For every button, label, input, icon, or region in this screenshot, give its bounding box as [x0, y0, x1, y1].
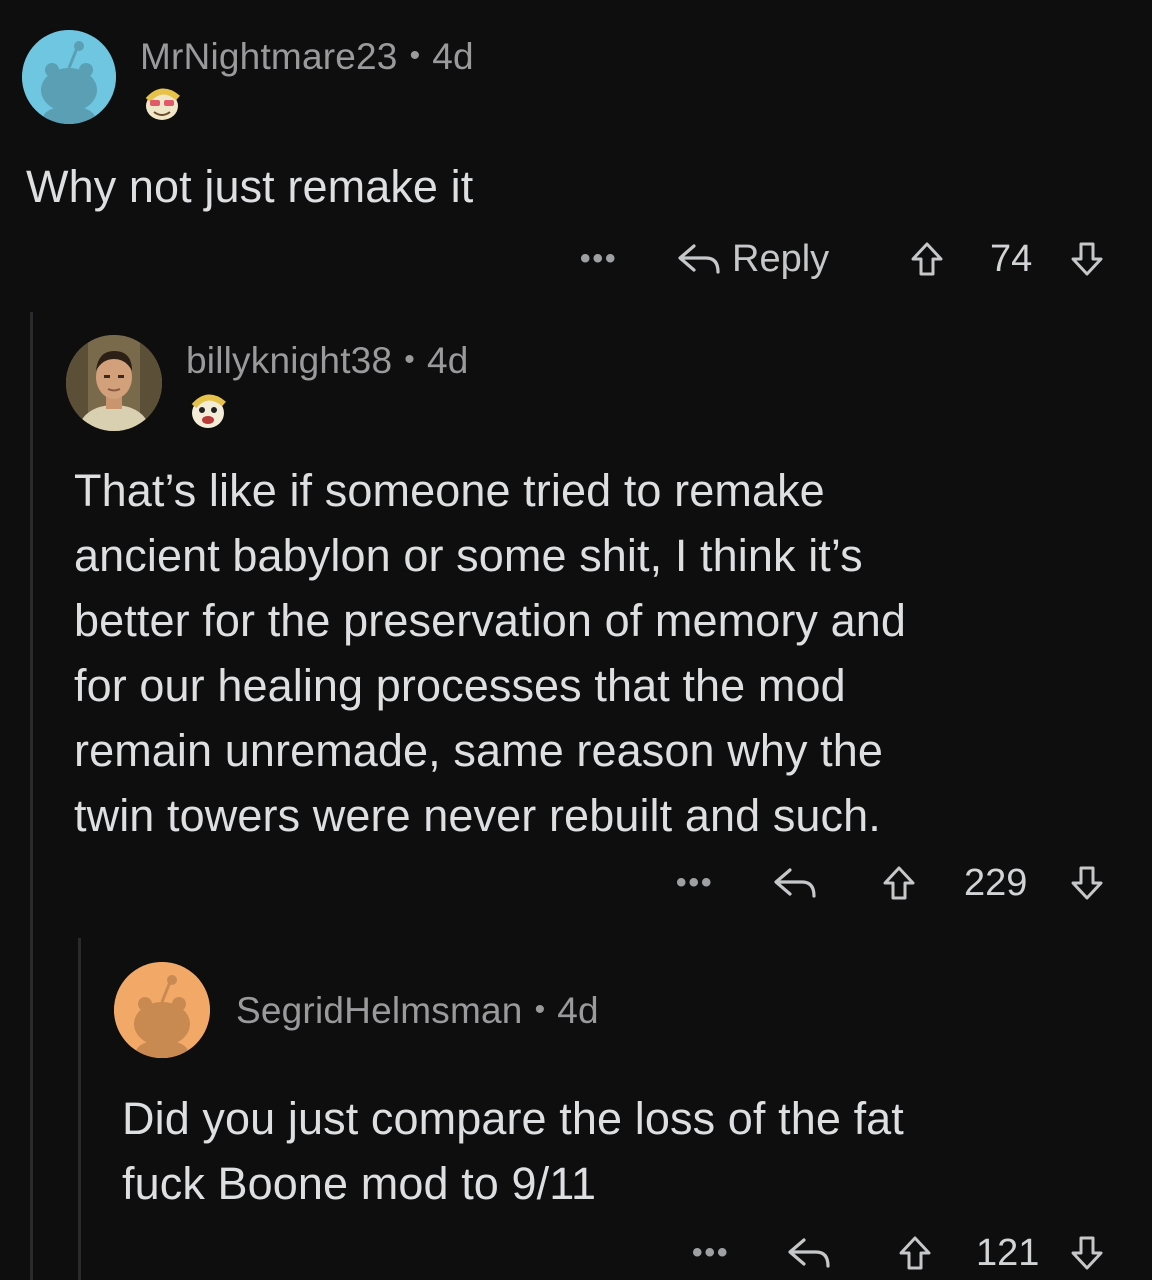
- reply-icon: [774, 868, 816, 898]
- avatar[interactable]: [66, 335, 162, 431]
- score: 229: [964, 861, 1028, 904]
- comment-actions: ••• 229: [676, 858, 1126, 908]
- thread-line-level-1[interactable]: [30, 312, 33, 1280]
- comment-actions: ••• Reply 74: [580, 234, 1120, 284]
- downvote-button[interactable]: [1070, 1228, 1104, 1278]
- downvote-button[interactable]: [1070, 234, 1104, 284]
- comment-age: 4d: [557, 990, 599, 1031]
- comment-body-line: fuck Boone mod to 9/11: [122, 1158, 597, 1209]
- upvote-button[interactable]: [898, 1228, 932, 1278]
- snoo-avatar-icon: [22, 30, 116, 124]
- comment-age: 4d: [426, 340, 469, 381]
- snoo-avatar-icon: [114, 962, 210, 1058]
- avatar[interactable]: [114, 962, 210, 1058]
- comment-body-line: That’s like if someone tried to remake: [74, 465, 825, 516]
- user-flair: [186, 392, 230, 435]
- comment-actions: ••• 121: [692, 1228, 1132, 1278]
- avatar[interactable]: [22, 30, 116, 124]
- more-options-button[interactable]: •••: [676, 858, 714, 908]
- upvote-icon: [911, 242, 943, 276]
- comment-body-line: better for the preservation of memory an…: [74, 595, 907, 646]
- comment-body: Did you just compare the loss of the fat…: [122, 1086, 904, 1216]
- upvote-icon: [899, 1236, 931, 1270]
- upvote-button[interactable]: [882, 858, 916, 908]
- more-options-button[interactable]: •••: [580, 234, 618, 284]
- username[interactable]: SegridHelmsman: [236, 990, 523, 1031]
- comment-body-line: twin towers were never rebuilt and such.: [74, 790, 881, 841]
- comment-body-line: Did you just compare the loss of the fat: [122, 1093, 904, 1144]
- comment-meta: MrNightmare23 • 4d: [140, 36, 474, 78]
- reply-icon: [678, 244, 720, 274]
- reply-label: Reply: [732, 237, 830, 280]
- downvote-icon: [1071, 1236, 1103, 1270]
- comment-body-line: ancient babylon or some shit, I think it…: [74, 530, 863, 581]
- reply-button[interactable]: Reply: [676, 234, 829, 284]
- comment-meta: billyknight38 • 4d: [186, 340, 469, 382]
- comment-age: 4d: [432, 36, 474, 77]
- username[interactable]: billyknight38: [186, 340, 392, 381]
- comment-body-line: remain unremade, same reason why the: [74, 725, 884, 776]
- thread-line-level-2[interactable]: [78, 938, 81, 1280]
- username[interactable]: MrNightmare23: [140, 36, 398, 77]
- downvote-icon: [1071, 866, 1103, 900]
- user-flair: [140, 86, 184, 127]
- reply-button[interactable]: [772, 858, 820, 908]
- separator-dot: •: [404, 343, 415, 376]
- more-options-button[interactable]: •••: [692, 1228, 730, 1278]
- reply-icon: [788, 1238, 830, 1268]
- vault-boy-flair-icon: [191, 394, 226, 428]
- comment-body: That’s like if someone tried to remake a…: [74, 458, 906, 848]
- score: 74: [990, 237, 1033, 280]
- upvote-button[interactable]: [910, 234, 944, 284]
- comment-body-line: for our healing processes that the mod: [74, 660, 846, 711]
- comment-meta: SegridHelmsman • 4d: [236, 990, 599, 1032]
- character-portrait-avatar-icon: [66, 335, 162, 431]
- separator-dot: •: [534, 993, 546, 1026]
- downvote-button[interactable]: [1070, 858, 1104, 908]
- downvote-icon: [1071, 242, 1103, 276]
- separator-dot: •: [409, 39, 421, 72]
- score: 121: [976, 1231, 1040, 1274]
- reply-button[interactable]: [786, 1228, 834, 1278]
- vault-boy-flair-icon: [145, 88, 180, 120]
- comment-body: Why not just remake it: [26, 161, 474, 212]
- upvote-icon: [883, 866, 915, 900]
